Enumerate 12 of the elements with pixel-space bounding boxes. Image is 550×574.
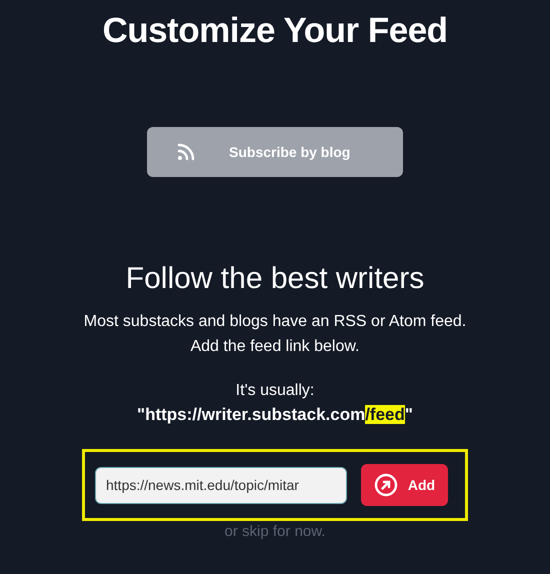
description-text: Add the feed link below. <box>190 337 360 357</box>
section-heading: Follow the best writers <box>126 261 424 297</box>
rss-icon <box>177 143 195 161</box>
add-button[interactable]: Add <box>361 464 448 506</box>
feed-url-field[interactable]: https://news.mit.edu/topic/mitar <box>95 466 347 504</box>
example-url: "https://writer.substack.com/feed" <box>137 404 413 426</box>
arrow-circle-icon <box>374 473 398 497</box>
subscribe-button[interactable]: Subscribe by blog <box>147 127 403 177</box>
page-title: Customize Your Feed <box>102 10 448 52</box>
skip-link[interactable]: or skip for now. <box>224 523 326 540</box>
description-text: Most substacks and blogs have an RSS or Atom feed. <box>84 312 466 332</box>
hint-text: It's usually: <box>236 381 314 401</box>
